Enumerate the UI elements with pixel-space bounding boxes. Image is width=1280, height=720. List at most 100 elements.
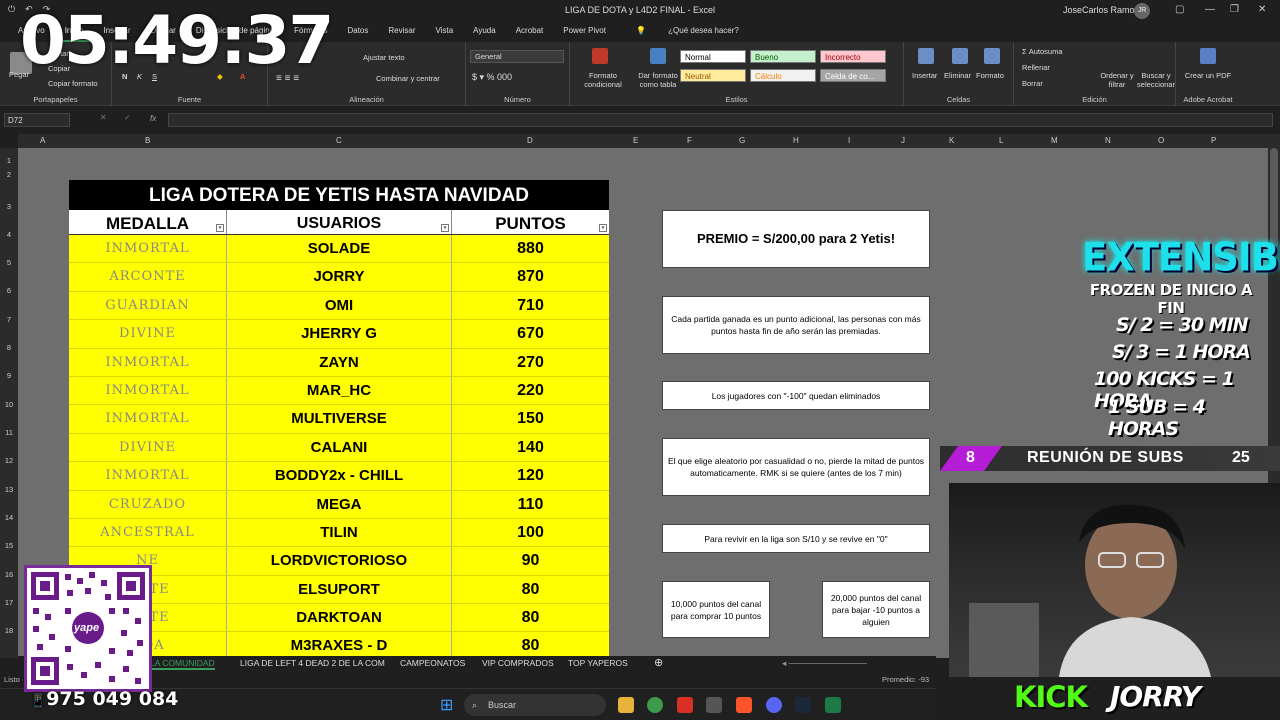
tab-ayuda[interactable]: Ayuda <box>463 22 506 42</box>
row-header[interactable]: 10 <box>0 400 18 409</box>
style-good[interactable]: Bueno <box>750 50 816 63</box>
name-box[interactable]: D72 <box>4 113 70 127</box>
function-icon[interactable]: fx <box>150 114 156 123</box>
row-header[interactable]: 3 <box>0 202 18 211</box>
app-icon[interactable] <box>677 697 693 713</box>
points-cell[interactable]: 100 <box>452 519 609 546</box>
steam-icon[interactable] <box>795 697 811 713</box>
points-cell[interactable]: 80 <box>452 576 609 603</box>
medal-cell[interactable]: INMORTAL <box>69 462 227 490</box>
pdf-icon[interactable] <box>1200 48 1216 64</box>
style-bad[interactable]: Incorrecto <box>820 50 886 63</box>
row-header[interactable]: 18 <box>0 626 18 635</box>
col-header[interactable]: L <box>999 136 1003 145</box>
rule-note-points[interactable]: Cada partida ganada es un punto adiciona… <box>662 296 930 354</box>
brave-icon[interactable] <box>736 697 752 713</box>
medal-cell[interactable]: INMORTAL <box>69 405 227 433</box>
points-cell[interactable]: 670 <box>452 320 609 347</box>
minimize-icon[interactable]: — <box>1205 4 1215 15</box>
col-header[interactable]: B <box>145 136 150 145</box>
user-cell[interactable]: JORRY <box>227 263 452 291</box>
medal-cell[interactable]: INMORTAL <box>69 235 227 263</box>
row-header[interactable]: 6 <box>0 286 18 295</box>
points-cell[interactable]: 150 <box>452 405 609 432</box>
col-header[interactable]: M <box>1051 136 1058 145</box>
sheet-tab-vip[interactable]: VIP COMPRADOS <box>482 658 554 668</box>
autosave-icon[interactable]: ⏻ <box>8 4 15 15</box>
avatar[interactable]: JR <box>1134 3 1150 19</box>
cancel-icon[interactable]: ✕ <box>100 113 107 122</box>
user-cell[interactable]: MULTIVERSE <box>227 405 452 433</box>
row-header[interactable]: 14 <box>0 513 18 522</box>
create-pdf-button[interactable]: Crear un PDF <box>1184 71 1232 80</box>
tab-revisar[interactable]: Revisar <box>378 22 425 42</box>
points-cell[interactable]: 880 <box>452 235 609 262</box>
filter-dropdown-icon[interactable]: ▾ <box>441 224 449 232</box>
rule-note-lower-points[interactable]: 20,000 puntos del canal para bajar -10 p… <box>822 581 930 638</box>
sheet-tab-top-yaperos[interactable]: TOP YAPEROS <box>568 658 628 668</box>
row-header[interactable]: 12 <box>0 456 18 465</box>
horizontal-scrollbar[interactable]: ◂ ───────────── <box>782 658 867 669</box>
format-as-table-icon[interactable] <box>650 48 666 64</box>
header-puntos[interactable]: PUNTOS ▾ <box>452 210 609 234</box>
find-select-button[interactable]: Buscar y seleccionar <box>1136 71 1176 89</box>
sheet-tab-campeonatos[interactable]: CAMPEONATOS <box>400 658 465 668</box>
points-cell[interactable]: 80 <box>452 604 609 631</box>
prize-note[interactable]: PREMIO = S/200,00 para 2 Yetis! <box>662 210 930 268</box>
fill-button[interactable]: Rellenar <box>1022 63 1050 72</box>
delete-cells-icon[interactable] <box>952 48 968 64</box>
medal-cell[interactable]: ARCONTE <box>69 263 227 291</box>
points-cell[interactable]: 120 <box>452 462 609 489</box>
user-cell[interactable]: JHERRY G <box>227 320 452 348</box>
number-format-icons[interactable]: $ ▾ % 000 <box>472 72 512 83</box>
taskbar-search[interactable]: ⌕ Buscar <box>464 694 606 716</box>
merge-center-button[interactable]: Combinar y centrar <box>376 74 440 83</box>
col-header[interactable]: H <box>793 136 799 145</box>
format-painter-button[interactable]: Copiar formato <box>48 79 98 88</box>
medal-cell[interactable]: ANCESTRAL <box>69 518 227 547</box>
chrome-icon[interactable] <box>647 697 663 713</box>
row-header[interactable]: 8 <box>0 343 18 352</box>
user-cell[interactable]: MAR_HC <box>227 376 452 405</box>
close-icon[interactable]: ✕ <box>1258 4 1266 15</box>
user-cell[interactable]: SOLADE <box>227 235 452 263</box>
points-cell[interactable]: 710 <box>452 292 609 319</box>
user-cell[interactable]: LORDVICTORIOSO <box>227 547 452 575</box>
sheet-tab-l4d2[interactable]: LIGA DE LEFT 4 DEAD 2 DE LA COM <box>240 658 385 668</box>
rule-note-eliminated[interactable]: Los jugadores con "-100" quedan eliminad… <box>662 381 930 410</box>
points-cell[interactable]: 90 <box>452 547 609 574</box>
row-header[interactable]: 2 <box>0 170 18 179</box>
rule-note-random[interactable]: El que elige aleatorio por casualidad o … <box>662 438 930 496</box>
app-icon[interactable] <box>706 697 722 713</box>
row-header[interactable]: 15 <box>0 541 18 550</box>
row-header[interactable]: 16 <box>0 570 18 579</box>
maximize-icon[interactable]: ❐ <box>1230 4 1239 15</box>
format-cells-icon[interactable] <box>984 48 1000 64</box>
conditional-format-button[interactable]: Formato condicional <box>574 71 632 89</box>
discord-icon[interactable] <box>766 697 782 713</box>
formula-input[interactable] <box>168 113 1273 127</box>
rule-note-buy-points[interactable]: 10,000 puntos del canal para comprar 10 … <box>662 581 770 638</box>
points-cell[interactable]: 110 <box>452 491 609 518</box>
autosum-button[interactable]: Σ Autosuma <box>1022 47 1063 56</box>
header-usuarios[interactable]: USUARIOS ▾ <box>227 210 452 234</box>
medal-cell[interactable]: GUARDIAN <box>69 291 227 320</box>
row-header[interactable]: 13 <box>0 485 18 494</box>
user-cell[interactable]: OMI <box>227 291 452 320</box>
user-name[interactable]: JoseCarlos Ramos <box>1063 5 1139 15</box>
enter-icon[interactable]: ✓ <box>124 113 131 122</box>
medal-cell[interactable]: DIVINE <box>69 433 227 462</box>
medal-cell[interactable]: INMORTAL <box>69 376 227 405</box>
delete-cells-button[interactable]: Eliminar <box>944 71 971 80</box>
user-cell[interactable]: DARKTOAN <box>227 604 452 632</box>
col-header[interactable]: C <box>336 136 342 145</box>
clear-button[interactable]: Borrar <box>1022 79 1043 88</box>
points-cell[interactable]: 870 <box>452 263 609 290</box>
number-format-select[interactable]: General <box>470 50 564 63</box>
tab-power-pivot[interactable]: Power Pivot <box>553 22 616 42</box>
tell-me-box[interactable]: 💡 ¿Qué desea hacer? <box>616 22 759 42</box>
format-as-table-button[interactable]: Dar formato como tabla <box>628 71 688 89</box>
col-header[interactable]: I <box>848 136 850 145</box>
points-cell[interactable]: 140 <box>452 434 609 461</box>
user-cell[interactable]: ZAYN <box>227 348 452 376</box>
